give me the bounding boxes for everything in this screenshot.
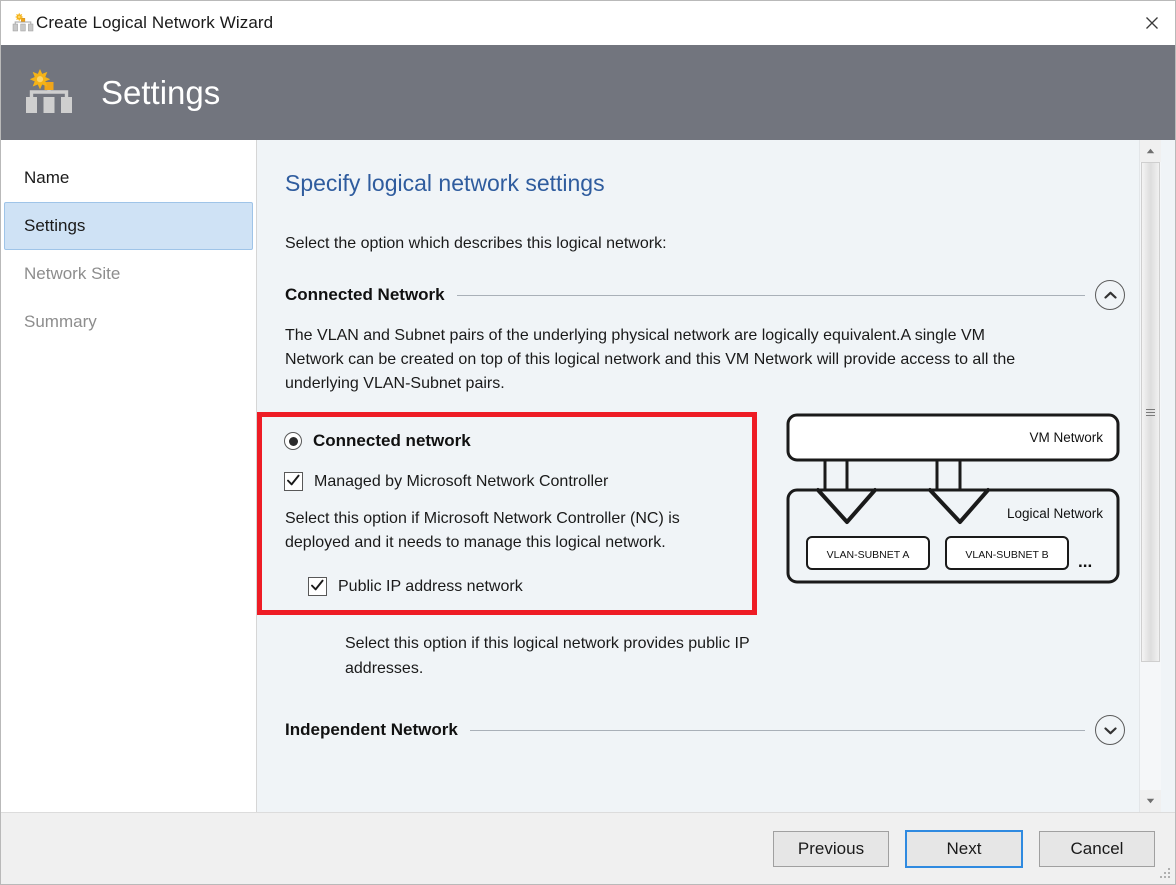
section-header-connected-network: Connected Network [285,280,1139,310]
scrollbar-grip [1146,407,1155,418]
sidebar-item-summary[interactable]: Summary [4,298,253,346]
scrollbar-thumb[interactable] [1141,162,1160,662]
hint-network-controller: Select this option if Microsoft Network … [285,510,680,551]
highlighted-option-box: Connected network Managed by Microsoft N… [257,412,757,615]
diagram-subnet-a-label: VLAN-SUBNET A [827,549,910,561]
radio-connected-network[interactable] [284,432,302,450]
section-header-independent-network: Independent Network [285,715,1139,745]
window-title: Create Logical Network Wizard [36,13,274,32]
checkbox-public-ip-address-network[interactable] [308,577,327,596]
next-button[interactable]: Next [905,829,1023,868]
checkbox-row-managed-by-nc[interactable]: Managed by Microsoft Network Controller [284,472,752,491]
radio-label-connected-network: Connected network [313,431,471,450]
diagram-subnet-b-label: VLAN-SUBNET B [965,549,1048,561]
checkbox-managed-by-network-controller[interactable] [284,472,303,491]
cancel-button[interactable]: Cancel [1039,830,1155,867]
triangle-down-icon[interactable] [1140,790,1161,812]
content-scrollbar[interactable] [1139,140,1161,812]
chevron-up-icon[interactable] [1095,280,1125,310]
checkbox-label-public-ip: Public IP address network [338,577,523,595]
content-panel: Specify logical network settings Select … [257,140,1175,812]
checkbox-label-managed-by-nc: Managed by Microsoft Network Controller [314,472,609,490]
logical-network-wizard-icon [23,67,75,119]
close-icon[interactable] [1129,1,1175,44]
diagram-vm-network-label: VM Network [1029,430,1103,445]
hint-public-ip: Select this option if this logical netwo… [345,635,750,677]
section-label-connected-network: Connected Network [285,285,445,304]
wizard-step-sidebar: Name Settings Network Site Summary [1,140,257,812]
sidebar-item-name[interactable]: Name [4,154,253,202]
triangle-up-icon[interactable] [1140,140,1161,162]
title-bar: Create Logical Network Wizard [1,1,1175,45]
logical-network-wizard-icon [12,12,34,34]
page-title-header: Settings [101,73,221,111]
section-rule [469,729,1085,731]
create-logical-network-wizard-window: Create Logical Network Wizard Settings N… [0,0,1176,885]
previous-button[interactable]: Previous [773,830,889,867]
diagram-logical-network-label: Logical Network [1007,506,1103,521]
scrollbar-track[interactable] [1140,162,1161,790]
diagram-ellipsis: ... [1078,552,1092,571]
sidebar-item-network-site[interactable]: Network Site [4,250,253,298]
chevron-down-icon[interactable] [1095,715,1125,745]
option-row: Connected network Managed by Microsoft N… [257,412,1139,615]
page-title: Specify logical network settings [285,170,605,196]
connected-network-radio-row[interactable]: Connected network [284,431,752,451]
section-label-independent-network: Independent Network [285,720,458,739]
resize-grip[interactable] [1158,868,1171,881]
body: Name Settings Network Site Summary Speci… [1,140,1175,812]
checkbox-row-public-ip[interactable]: Public IP address network [308,577,752,596]
content-inner: Specify logical network settings Select … [257,140,1139,812]
connected-network-description: The VLAN and Subnet pairs of the underly… [285,327,1016,392]
sidebar-item-settings[interactable]: Settings [4,202,253,250]
section-rule [456,294,1085,296]
page-header: Settings [1,45,1175,140]
dialog-footer: Previous Next Cancel [1,812,1175,884]
network-topology-diagram: VM Network Logical Network VLAN-SUBNET A… [785,412,1125,592]
intro-text: Select the option which describes this l… [285,235,667,252]
